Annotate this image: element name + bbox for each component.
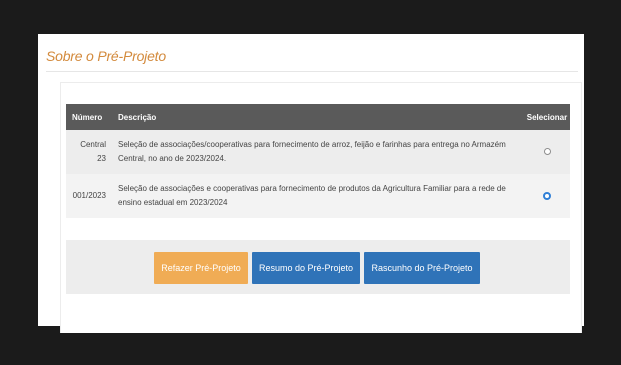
header-descricao: Descrição: [112, 104, 524, 130]
table-header-row: Número Descrição Selecionar: [66, 104, 570, 130]
title-divider: [46, 71, 578, 72]
header-selecionar: Selecionar: [524, 104, 570, 130]
refazer-pre-projeto-button[interactable]: Refazer Pré-Projeto: [154, 252, 248, 284]
table-row: 001/2023 Seleção de associações e cooper…: [66, 174, 570, 218]
panel-title: Sobre o Pré-Projeto: [46, 48, 166, 64]
table-row: Central 23 Seleção de associações/cooper…: [66, 130, 570, 174]
row-select-radio[interactable]: [543, 148, 551, 156]
row-numero-line2: 23: [97, 154, 106, 163]
header-numero: Número: [66, 104, 112, 130]
row-select-cell: [524, 130, 570, 174]
rascunho-pre-projeto-button[interactable]: Rascunho do Pré-Projeto: [364, 252, 480, 284]
row-select-cell: [524, 174, 570, 218]
row-descricao: Seleção de associações/cooperativas para…: [112, 130, 524, 174]
row-numero-cell: 001/2023: [66, 174, 112, 218]
row-numero-cell: Central 23: [66, 130, 112, 174]
row-numero-line1: Central: [80, 140, 106, 149]
resumo-pre-projeto-button[interactable]: Resumo do Pré-Projeto: [252, 252, 360, 284]
row-descricao: Seleção de associações e cooperativas pa…: [112, 174, 524, 218]
row-numero-line1: 001/2023: [72, 191, 106, 200]
action-button-bar: Refazer Pré-Projeto Resumo do Pré-Projet…: [66, 240, 570, 294]
row-select-radio-checked[interactable]: [543, 191, 551, 200]
pre-projeto-table: Número Descrição Selecionar Central 23 S…: [66, 104, 570, 218]
